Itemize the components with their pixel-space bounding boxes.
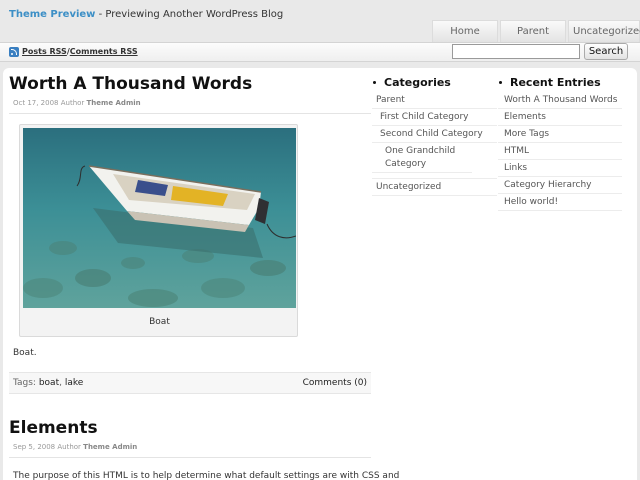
- recent-entry-item: HTML: [498, 143, 622, 160]
- menu-item-parent[interactable]: Parent: [500, 20, 566, 42]
- recent-entry-item: More Tags: [498, 126, 622, 143]
- main-menu: Home Parent Uncategorized: [432, 20, 640, 42]
- category-item: Uncategorized: [372, 178, 497, 196]
- category-link[interactable]: Second Child Category: [380, 129, 483, 139]
- divider: [9, 113, 371, 114]
- image-caption: Boat: [149, 317, 170, 327]
- boat-image[interactable]: [23, 128, 296, 308]
- recent-entry-link[interactable]: Hello world!: [504, 197, 558, 207]
- feed-search-bar: Posts RSS/Comments RSS Search: [0, 42, 640, 62]
- rss-links: Posts RSS/Comments RSS: [22, 47, 138, 56]
- post-body: The purpose of this HTML is to help dete…: [13, 471, 400, 480]
- tags-label: Tags:: [13, 378, 39, 388]
- site-header: Theme Preview - Previewing Another WordP…: [0, 0, 640, 42]
- recent-entry-item: Category Hierarchy: [498, 177, 622, 194]
- category-item: Parent: [372, 92, 497, 109]
- category-link[interactable]: Uncategorized: [376, 182, 441, 192]
- image-figure: Boat: [19, 124, 298, 337]
- posts-rss-link[interactable]: Posts RSS: [22, 47, 67, 56]
- category-item: First Child Category: [372, 109, 497, 126]
- recent-entry-link[interactable]: Worth A Thousand Words: [504, 95, 617, 105]
- recent-entry-link[interactable]: Category Hierarchy: [504, 180, 591, 190]
- author-prefix: Author: [58, 99, 87, 107]
- author-prefix: Author: [55, 443, 84, 451]
- recent-entries-heading: Recent Entries: [498, 76, 622, 89]
- recent-entry-item: Links: [498, 160, 622, 177]
- divider: [9, 457, 371, 458]
- post-author-link[interactable]: Theme Admin: [87, 99, 141, 107]
- recent-entry-link[interactable]: Links: [504, 163, 527, 173]
- search-input[interactable]: [452, 44, 580, 59]
- post-date: Sep 5, 2008: [13, 443, 56, 451]
- categories-heading: Categories: [372, 76, 497, 89]
- category-link[interactable]: Parent: [376, 95, 405, 105]
- categories-list: Parent First Child Category Second Child…: [372, 92, 497, 196]
- recent-entry-item: Hello world!: [498, 194, 622, 211]
- recent-entry-link[interactable]: HTML: [504, 146, 529, 156]
- post-title[interactable]: Elements: [9, 418, 98, 438]
- menu-item-home[interactable]: Home: [432, 20, 498, 42]
- categories-widget: Categories Parent First Child Category S…: [372, 76, 497, 196]
- menu-item-uncategorized[interactable]: Uncategorized: [568, 20, 640, 42]
- category-link[interactable]: One Grandchild Category: [385, 146, 455, 169]
- tag-link[interactable]: boat: [39, 378, 59, 388]
- post-title[interactable]: Worth A Thousand Words: [9, 74, 252, 94]
- site-title: Theme Preview - Previewing Another WordP…: [9, 9, 283, 20]
- category-link[interactable]: First Child Category: [380, 112, 468, 122]
- category-item: One Grandchild Category: [372, 143, 472, 173]
- recent-entry-item: Elements: [498, 109, 622, 126]
- search-button[interactable]: Search: [584, 43, 628, 60]
- post-date: Oct 17, 2008: [13, 99, 59, 107]
- post-meta: Sep 5, 2008 Author Theme Admin: [13, 443, 137, 451]
- post-tags: Tags: boat, lake: [13, 378, 83, 388]
- rss-icon: [9, 47, 19, 57]
- post-author-link[interactable]: Theme Admin: [83, 443, 137, 451]
- blog-name-link[interactable]: Theme Preview: [9, 9, 95, 20]
- main-area: Worth A Thousand Words Oct 17, 2008 Auth…: [3, 68, 637, 480]
- category-item: Second Child Category: [372, 126, 497, 143]
- recent-entry-item: Worth A Thousand Words: [498, 92, 622, 109]
- post-body: Boat.: [13, 348, 37, 358]
- recent-entry-link[interactable]: Elements: [504, 112, 546, 122]
- recent-entries-list: Worth A Thousand Words Elements More Tag…: [498, 92, 622, 211]
- comments-link[interactable]: Comments (0): [303, 378, 367, 388]
- recent-entry-link[interactable]: More Tags: [504, 129, 549, 139]
- title-separator: -: [95, 9, 106, 20]
- blog-tagline: Previewing Another WordPress Blog: [105, 9, 284, 20]
- comments-rss-link[interactable]: Comments RSS: [70, 47, 138, 56]
- tag-link[interactable]: lake: [65, 378, 83, 388]
- recent-entries-widget: Recent Entries Worth A Thousand Words El…: [498, 76, 622, 211]
- post-footer: Tags: boat, lake Comments (0): [9, 372, 371, 394]
- post-meta: Oct 17, 2008 Author Theme Admin: [13, 99, 141, 107]
